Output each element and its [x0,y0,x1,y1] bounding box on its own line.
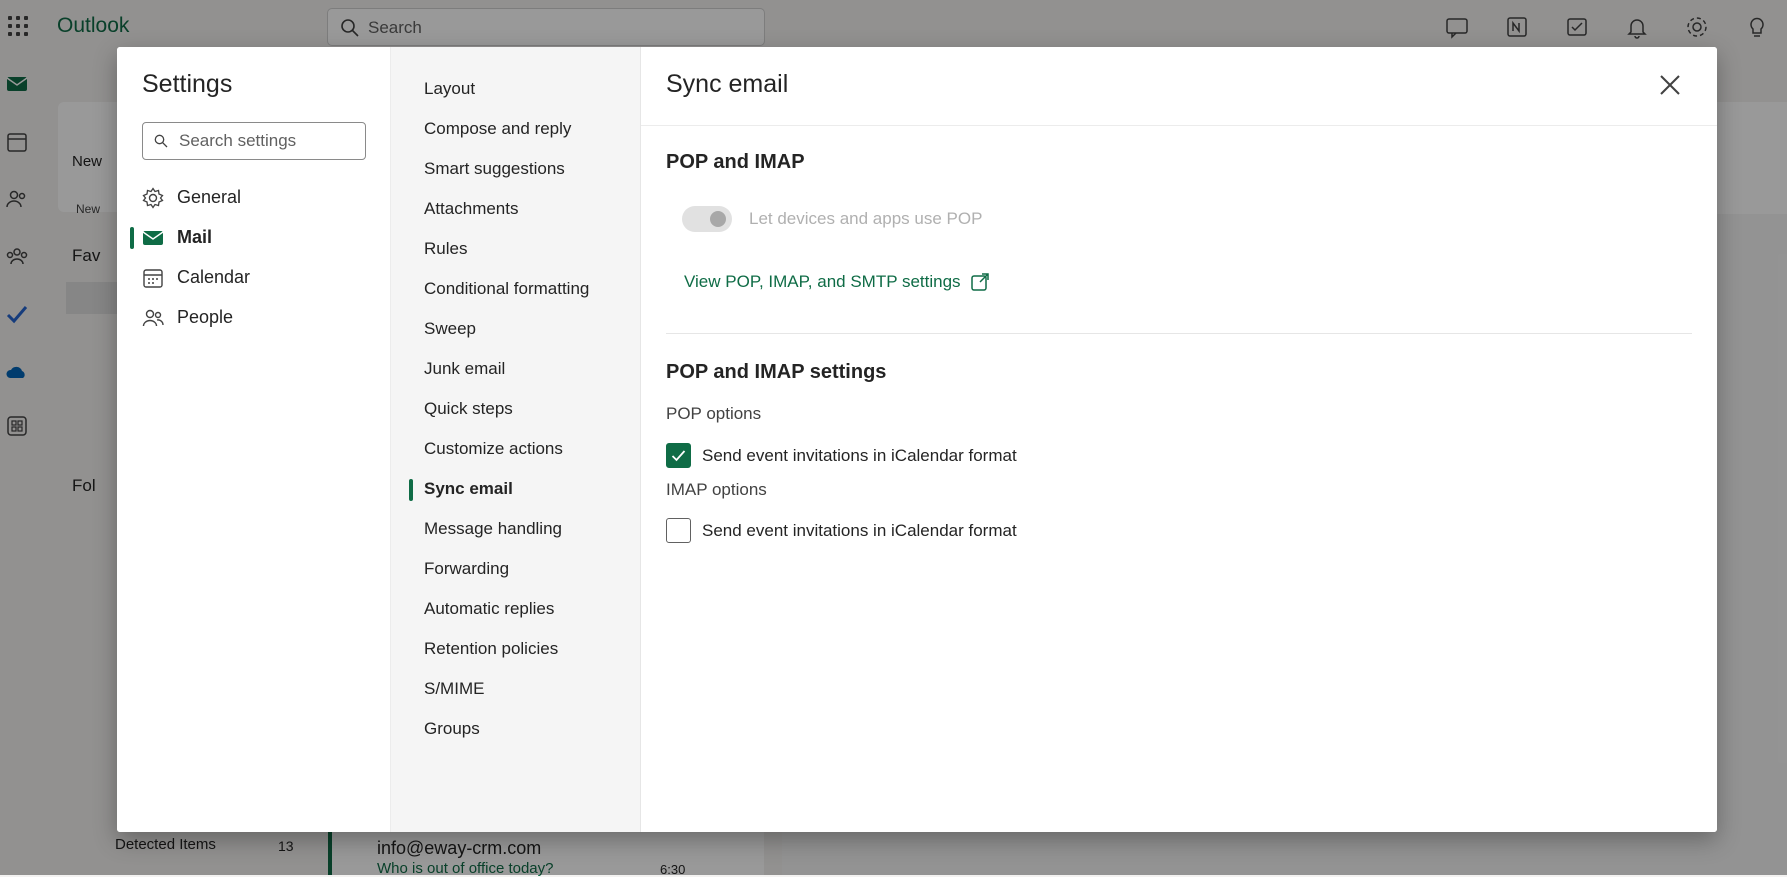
gear-icon [142,187,164,209]
subcategory-automatic-replies[interactable]: Automatic replies [391,591,641,627]
pop-toggle-label: Let devices and apps use POP [749,209,983,228]
subcategory-conditional-formatting[interactable]: Conditional formatting [391,271,641,307]
subcategory-label: Attachments [424,199,519,218]
subcategory-label: Conditional formatting [424,279,590,298]
open-external-icon[interactable] [969,271,991,293]
category-label: Calendar [177,267,251,287]
subcategory-groups[interactable]: Groups [391,711,641,747]
category-label: Mail [177,227,213,247]
subcategory-label: Forwarding [424,559,510,578]
imap-icalendar-checkbox[interactable] [666,518,691,543]
subcategory-smime[interactable]: S/MIME [391,671,641,707]
subcategory-label: Sweep [424,319,476,338]
subcategory-label: Sync email [424,479,513,498]
subcategory-retention-policies[interactable]: Retention policies [391,631,641,667]
pop-imap-section-title: POP and IMAP [666,151,805,173]
category-label: People [177,307,234,327]
subcategory-label: Compose and reply [424,119,572,138]
settings-dialog: Settings General Mail Calendar People La… [117,47,1717,832]
settings-title: Settings [142,70,233,98]
subcategory-compose-and-reply[interactable]: Compose and reply [391,111,641,147]
subcategory-message-handling[interactable]: Message handling [391,511,641,547]
settings-categories-pane: Settings General Mail Calendar People [117,47,391,832]
page-title: Sync email [666,70,789,98]
subcategory-forwarding[interactable]: Forwarding [391,551,641,587]
subcategory-smart-suggestions[interactable]: Smart suggestions [391,151,641,187]
category-general[interactable]: General [117,180,391,216]
subcategory-label: Smart suggestions [424,159,565,178]
pop-icalendar-checkbox[interactable] [666,443,691,468]
section-divider [666,333,1692,334]
category-people[interactable]: People [117,300,391,336]
subcategory-label: Customize actions [424,439,563,458]
pop-icalendar-label[interactable]: Send event invitations in iCalendar form… [702,446,1017,466]
subcategory-label: Layout [424,79,476,98]
subcategory-label: Junk email [424,359,506,378]
subcategory-label: Message handling [424,519,562,538]
toggle-knob [710,211,726,227]
imap-options-label: IMAP options [666,480,767,499]
view-pop-imap-smtp-settings-link[interactable]: View POP, IMAP, and SMTP settings [684,272,961,292]
imap-icalendar-label[interactable]: Send event invitations in iCalendar form… [702,521,1017,541]
close-icon[interactable] [1655,70,1685,100]
calendar-icon [143,269,163,288]
settings-search-input[interactable] [177,129,357,153]
category-label: General [177,187,242,207]
mail-icon [142,231,164,245]
checkmark-icon [671,450,686,462]
subcategory-label: Groups [424,719,480,738]
subcategory-junk-email[interactable]: Junk email [391,351,641,387]
subcategory-layout[interactable]: Layout [391,71,641,107]
pop-toggle[interactable] [682,206,732,232]
subcategory-sync-email[interactable]: Sync email [391,471,641,507]
mail-subcategories-pane: Layout Compose and reply Smart suggestio… [391,47,641,832]
subcategory-label: S/MIME [424,679,485,698]
subcategory-label: Quick steps [424,399,513,418]
subcategory-customize-actions[interactable]: Customize actions [391,431,641,467]
search-icon [154,134,168,148]
subcategory-label: Retention policies [424,639,559,658]
pop-imap-settings-section-title: POP and IMAP settings [666,361,887,383]
people-icon [142,309,164,327]
subcategory-rules[interactable]: Rules [391,231,641,267]
settings-search-box[interactable] [142,122,366,160]
subcategory-attachments[interactable]: Attachments [391,191,641,227]
subcategory-label: Rules [424,239,468,258]
subcategory-sweep[interactable]: Sweep [391,311,641,347]
subcategory-label: Automatic replies [424,599,555,618]
category-calendar[interactable]: Calendar [117,260,391,296]
pop-options-label: POP options [666,404,762,423]
category-mail[interactable]: Mail [117,220,391,256]
header-divider [641,125,1717,126]
subcategory-quick-steps[interactable]: Quick steps [391,391,641,427]
sync-email-content-pane: Sync email POP and IMAP Let devices and … [641,47,1717,832]
